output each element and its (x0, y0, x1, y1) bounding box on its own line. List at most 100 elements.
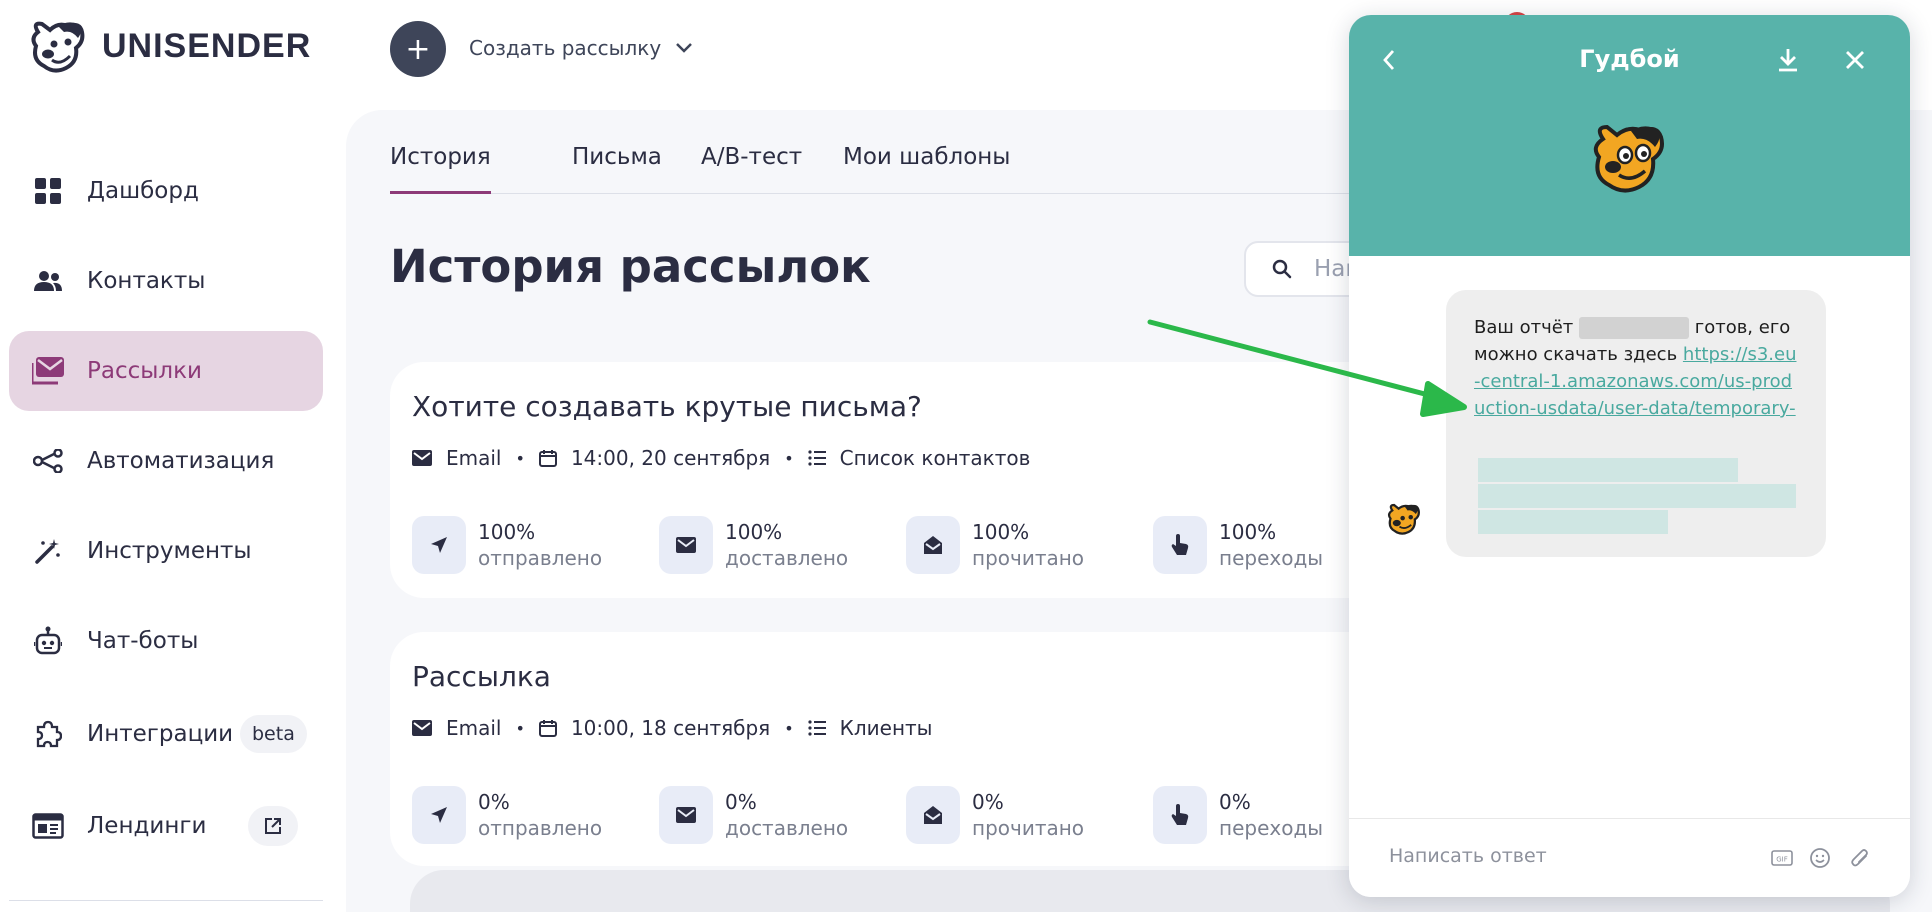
stat-delivered: 0% доставлено (659, 786, 848, 844)
sidebar-item-tools[interactable]: Инструменты (9, 511, 323, 591)
sidebar-item-campaigns[interactable]: Рассылки (9, 331, 323, 411)
message-text-part1: Ваш отчёт (1474, 317, 1574, 338)
close-button[interactable] (1840, 45, 1870, 75)
stat-value: 0% (478, 790, 510, 814)
sidebar-item-label: Рассылки (87, 358, 202, 384)
landing-icon (32, 810, 64, 842)
separator-dot: • (784, 718, 794, 738)
tab-templates[interactable]: Мои шаблоны (843, 140, 1010, 194)
create-campaign-label: Создать рассылку (469, 36, 662, 60)
redacted-link (1478, 510, 1668, 534)
svg-text:GIF: GIF (1776, 856, 1788, 864)
sidebar-item-label: Инструменты (87, 538, 252, 564)
envelope-icon (412, 720, 432, 736)
chat-header: Гудбой (1349, 15, 1910, 256)
campaign-datetime: 14:00, 20 сентября (570, 446, 771, 470)
redacted-link (1478, 484, 1796, 508)
stat-value: 0% (972, 790, 1004, 814)
open-envelope-icon (906, 786, 960, 844)
stat-delivered: 100% доставлено (659, 516, 848, 574)
stat-sent: 0% отправлено (412, 786, 602, 844)
stat-label: прочитано (972, 546, 1085, 570)
external-link-icon[interactable] (248, 806, 298, 846)
dog-logo-icon (31, 21, 85, 73)
chat-panel: Гудбой Ваш отчёт готов, его можно скачат… (1349, 15, 1910, 897)
stat-label: отправлено (478, 816, 603, 840)
list-icon (808, 720, 826, 736)
pointer-hand-icon (1153, 516, 1207, 574)
chat-title: Гудбой (1579, 45, 1680, 73)
emoji-icon[interactable] (1807, 845, 1833, 871)
tab-history[interactable]: История (390, 140, 491, 194)
gif-icon[interactable]: GIF (1769, 845, 1795, 871)
stat-label: отправлено (478, 546, 603, 570)
tab-ab-test[interactable]: A/B-тест (701, 140, 802, 194)
stat-value: 0% (725, 790, 757, 814)
download-icon (1779, 49, 1797, 72)
sidebar-divider (9, 900, 323, 901)
open-envelope-icon (906, 516, 960, 574)
envelope-icon (412, 450, 432, 466)
sidebar-item-landings[interactable]: Лендинги (9, 786, 323, 866)
sidebar-item-label: Дашборд (87, 178, 199, 204)
send-icon (412, 516, 466, 574)
list-icon (808, 450, 826, 466)
puzzle-icon (32, 718, 64, 750)
envelope-icon (659, 516, 713, 574)
chat-input-bar: GIF (1349, 818, 1910, 897)
campaign-channel: Email (446, 716, 502, 740)
create-campaign-dropdown[interactable]: Создать рассылку (469, 36, 693, 60)
paperclip-icon[interactable] (1847, 845, 1873, 871)
campaign-list: Список контактов (839, 446, 1031, 470)
dashboard-icon (32, 175, 64, 207)
sidebar-item-dashboard[interactable]: Дашборд (9, 151, 323, 231)
envelope-icon (659, 786, 713, 844)
stat-value: 100% (1219, 520, 1277, 544)
stat-label: переходы (1219, 546, 1324, 570)
tab-letters[interactable]: Письма (572, 140, 662, 194)
sidebar-item-label: Автоматизация (87, 448, 275, 474)
logo[interactable]: UNISENDER (28, 18, 311, 74)
calendar-icon (538, 720, 557, 737)
beta-badge: beta (240, 715, 307, 753)
close-icon (1846, 51, 1864, 69)
campaign-meta: Email • 14:00, 20 сентября • Список конт… (412, 446, 1030, 470)
stat-value: 100% (478, 520, 536, 544)
dog-bot-avatar-icon (1387, 503, 1420, 535)
separator-dot: • (515, 448, 525, 468)
campaign-datetime: 10:00, 18 сентября (570, 716, 771, 740)
campaign-channel: Email (446, 446, 502, 470)
separator-dot: • (515, 718, 525, 738)
search-icon (1272, 259, 1292, 279)
sidebar-item-chatbots[interactable]: Чат-боты (9, 601, 323, 681)
dog-bot-avatar-icon (1593, 124, 1664, 193)
campaign-meta: Email • 10:00, 18 сентября • Клиенты (412, 716, 932, 740)
download-button[interactable] (1773, 45, 1803, 75)
pointer-hand-icon (1153, 786, 1207, 844)
separator-dot: • (784, 448, 794, 468)
stat-value: 100% (725, 520, 783, 544)
calendar-icon (538, 450, 557, 467)
campaign-title: Хотите создавать крутые письма? (412, 390, 922, 423)
chat-message-bubble: Ваш отчёт готов, его можно скачать здесь… (1446, 290, 1826, 557)
stat-label: переходы (1219, 816, 1324, 840)
sidebar-item-label: Контакты (87, 268, 206, 294)
page-title: История рассылок (390, 240, 871, 293)
stat-label: доставлено (725, 546, 849, 570)
plus-icon: + (405, 31, 431, 67)
redacted-link (1478, 458, 1738, 482)
reply-input[interactable] (1389, 845, 1739, 867)
stat-label: прочитано (972, 816, 1085, 840)
sidebar-item-contacts[interactable]: Контакты (9, 241, 323, 321)
campaign-list: Клиенты (839, 716, 933, 740)
create-campaign-button[interactable]: + (390, 21, 446, 77)
sidebar-item-label: Интеграции (87, 721, 234, 747)
sidebar-item-label: Лендинги (87, 813, 207, 839)
sidebar-item-integrations[interactable]: Интеграции beta (9, 694, 323, 774)
magic-wand-icon (32, 535, 64, 567)
campaign-title: Рассылка (412, 660, 551, 693)
contacts-icon (32, 265, 64, 297)
stat-clicks: 100% переходы (1153, 516, 1323, 574)
stat-sent: 100% отправлено (412, 516, 602, 574)
sidebar-item-automation[interactable]: Автоматизация (9, 421, 323, 501)
